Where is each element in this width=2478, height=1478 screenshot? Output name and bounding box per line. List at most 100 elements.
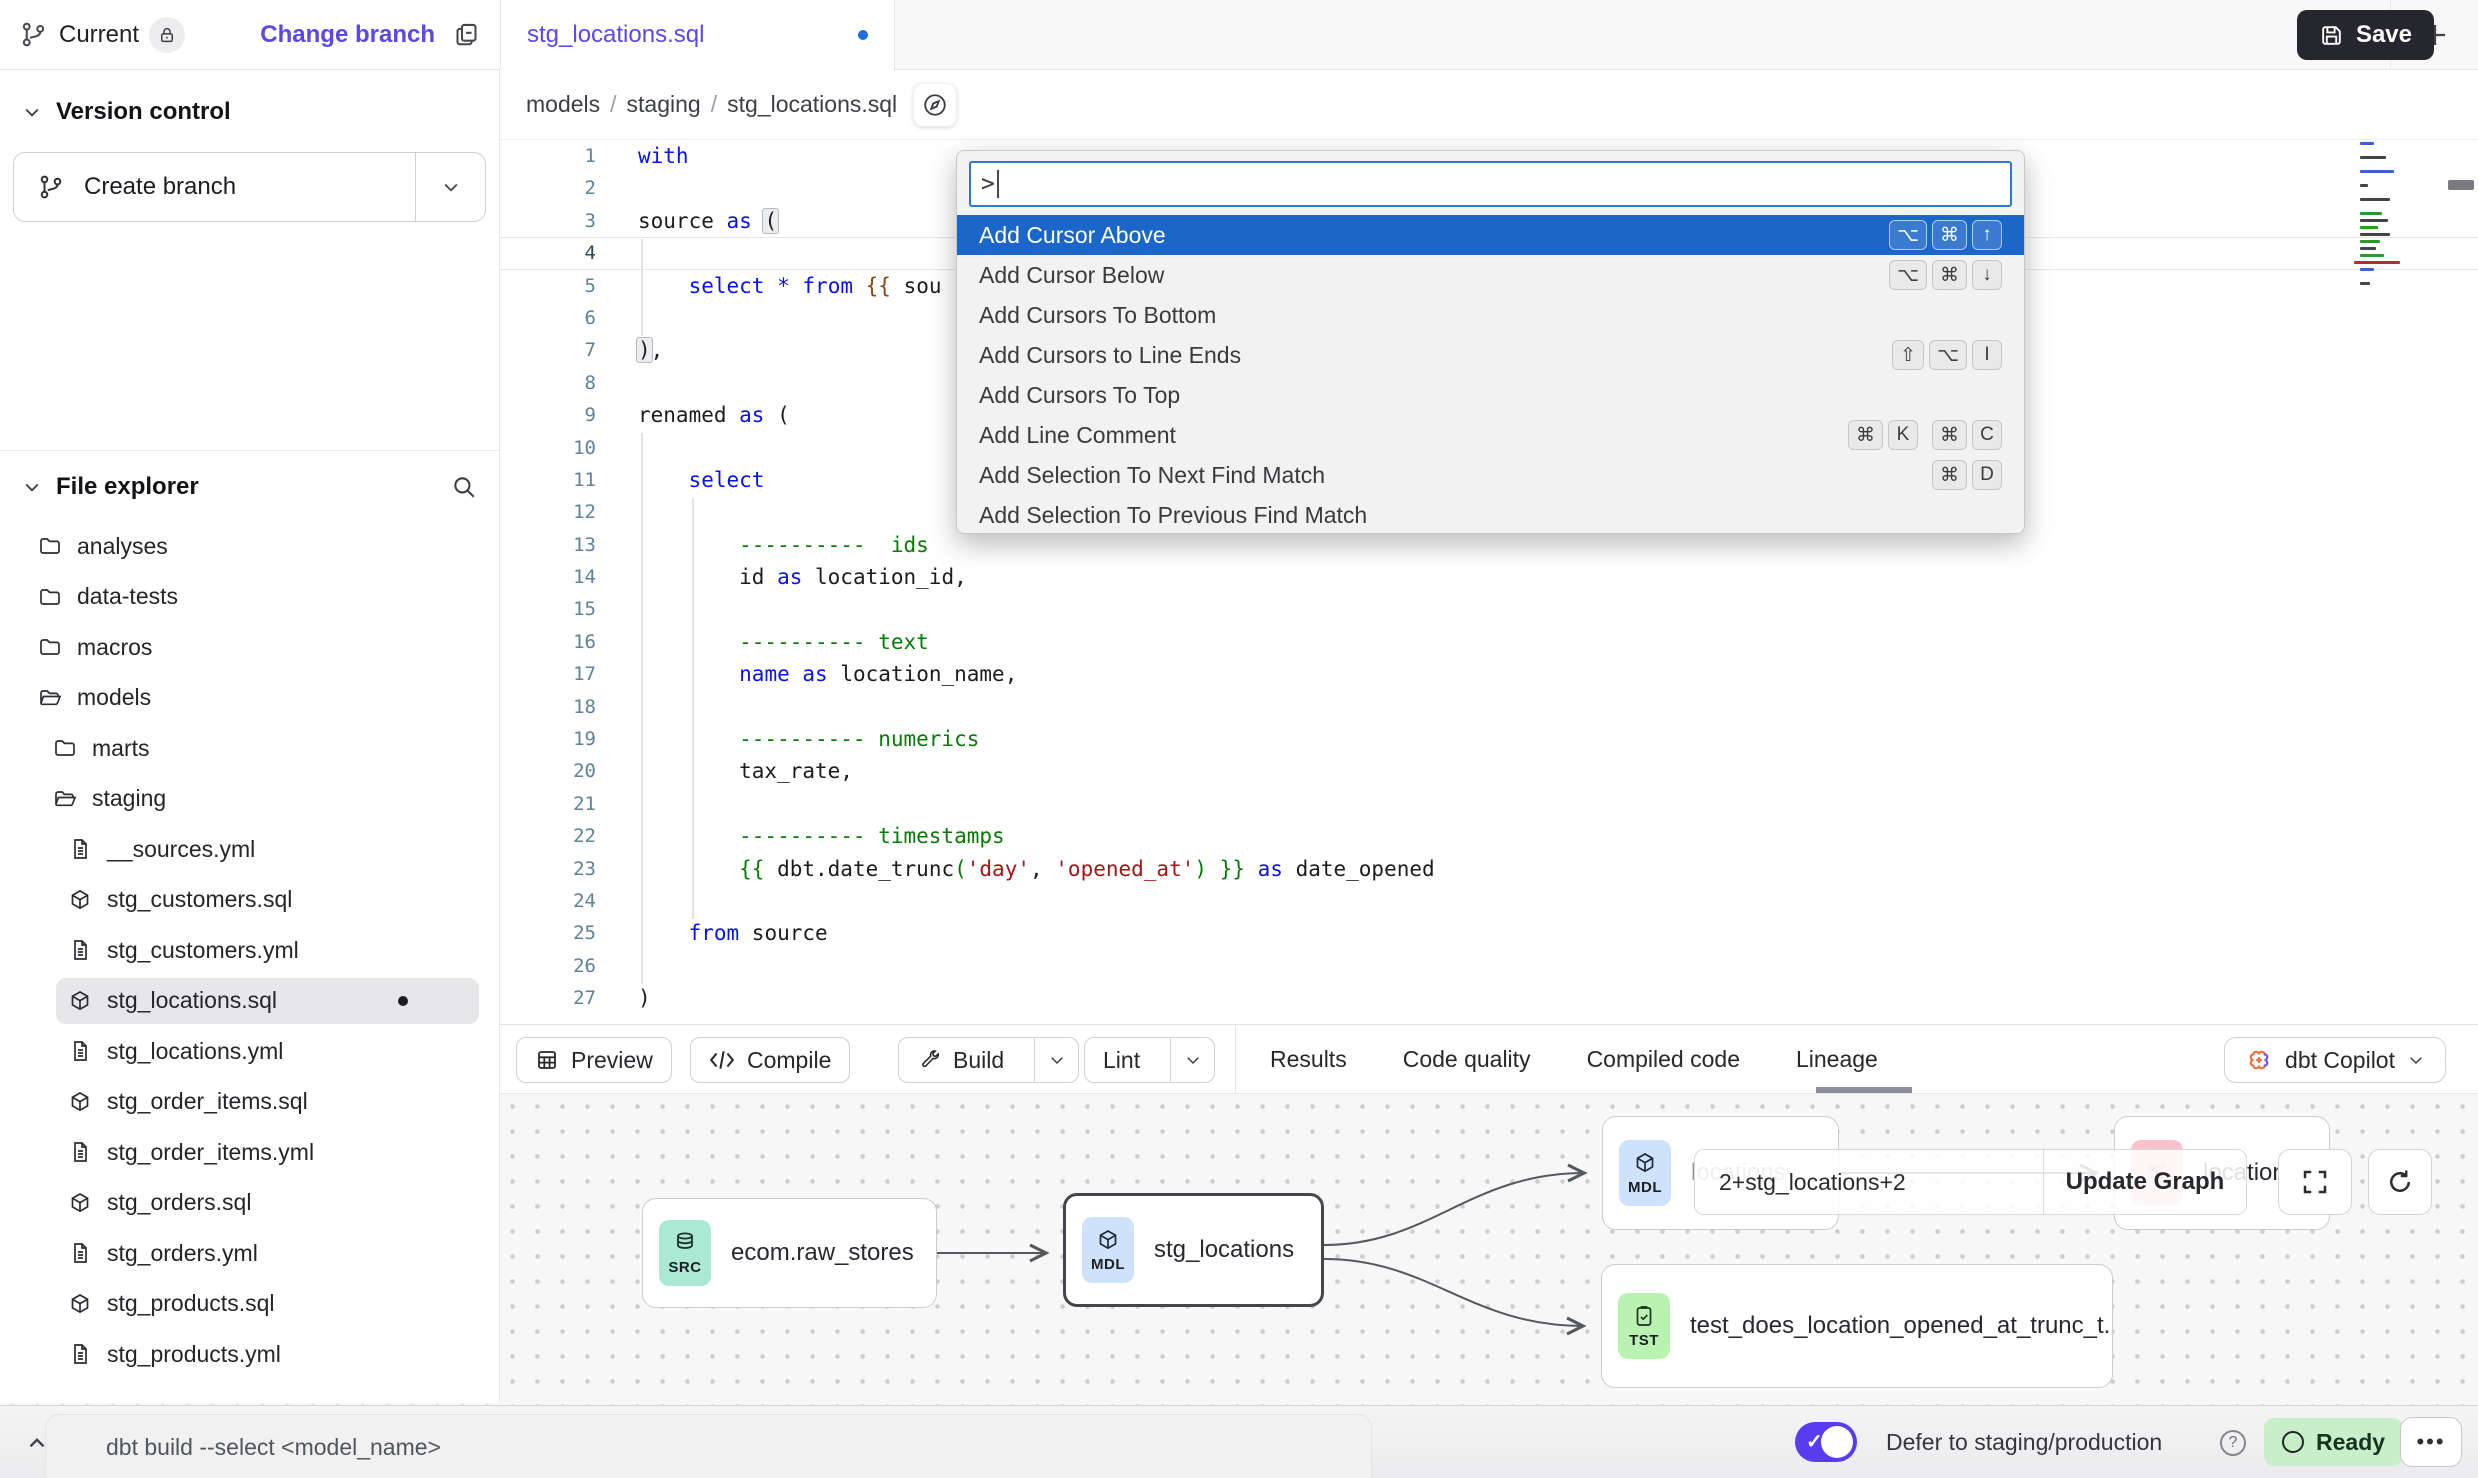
palette-input[interactable]: > bbox=[969, 161, 2012, 207]
chevron-down-icon bbox=[22, 477, 42, 497]
palette-item-add-cursors-to-top[interactable]: Add Cursors To Top bbox=[957, 375, 2024, 415]
tab-lineage[interactable]: Lineage bbox=[1796, 1046, 1878, 1073]
file-item-label: stg_order_items.yml bbox=[107, 1139, 314, 1166]
unsaved-dot-icon bbox=[858, 30, 868, 40]
minimap-slider[interactable] bbox=[2448, 180, 2474, 190]
palette-item-add-selection-to-next-find-match[interactable]: Add Selection To Next Find Match⌘D bbox=[957, 455, 2024, 495]
tab-compiled-code[interactable]: Compiled code bbox=[1587, 1046, 1740, 1073]
code-line-27[interactable]: 27) bbox=[500, 982, 2478, 1014]
tab-results[interactable]: Results bbox=[1270, 1046, 1347, 1073]
file-item-label: analyses bbox=[77, 533, 168, 560]
preview-button[interactable]: Preview bbox=[516, 1037, 672, 1083]
code-line-17[interactable]: 17 name as location_name, bbox=[500, 658, 2478, 690]
key-chip: ⌘ bbox=[1932, 260, 1967, 290]
line-number: 26 bbox=[500, 950, 610, 982]
refresh-icon bbox=[2385, 1167, 2415, 1197]
line-number: 22 bbox=[500, 820, 610, 852]
file-item-stg-locations-yml[interactable]: stg_locations.yml bbox=[0, 1026, 499, 1077]
palette-item-add-cursors-to-bottom[interactable]: Add Cursors To Bottom bbox=[957, 295, 2024, 335]
dbt-command-input[interactable]: dbt build --select <model_name> bbox=[45, 1414, 1372, 1478]
palette-item-add-cursors-to-line-ends[interactable]: Add Cursors to Line Ends⇧⌥I bbox=[957, 335, 2024, 375]
file-item-label: stg_orders.yml bbox=[107, 1240, 258, 1267]
explore-compass-button[interactable] bbox=[913, 83, 957, 127]
code-line-25[interactable]: 25 from source bbox=[500, 917, 2478, 949]
palette-item-add-cursor-below[interactable]: Add Cursor Below⌥⌘↓ bbox=[957, 255, 2024, 295]
file-item-stg-customers-sql[interactable]: stg_customers.sql bbox=[0, 875, 499, 926]
key-chip: I bbox=[1972, 340, 2002, 370]
update-graph-button[interactable]: Update Graph bbox=[2044, 1150, 2246, 1214]
badge-label: MDL bbox=[1091, 1256, 1125, 1273]
fullscreen-button[interactable] bbox=[2278, 1149, 2352, 1215]
build-button[interactable]: Build bbox=[898, 1037, 1079, 1083]
compile-button[interactable]: Compile bbox=[690, 1037, 850, 1083]
code-text: ---------- timestamps bbox=[610, 820, 1005, 852]
file-item-analyses[interactable]: analyses bbox=[0, 521, 499, 572]
code-line-26[interactable]: 26 bbox=[500, 950, 2478, 982]
code-line-15[interactable]: 15 bbox=[500, 593, 2478, 625]
create-branch-dropdown[interactable] bbox=[415, 153, 485, 221]
code-line-21[interactable]: 21 bbox=[500, 788, 2478, 820]
line-number: 21 bbox=[500, 788, 610, 820]
code-line-22[interactable]: 22 ---------- timestamps bbox=[500, 820, 2478, 852]
tab-stg-locations-sql[interactable]: stg_locations.sql bbox=[500, 0, 895, 70]
save-button[interactable]: Save bbox=[2297, 10, 2434, 60]
code-line-16[interactable]: 16 ---------- text bbox=[500, 626, 2478, 658]
defer-toggle[interactable]: ✓ bbox=[1795, 1422, 1857, 1462]
text-caret bbox=[997, 170, 999, 198]
more-options-button[interactable]: ••• bbox=[2400, 1417, 2462, 1467]
code-line-20[interactable]: 20 tax_rate, bbox=[500, 755, 2478, 787]
help-icon[interactable]: ? bbox=[2220, 1430, 2246, 1456]
build-dropdown-chevron[interactable] bbox=[1034, 1038, 1078, 1082]
shortcut-keys: ⌥⌘↑ bbox=[1889, 220, 2002, 250]
breadcrumb-file[interactable]: stg_locations.sql bbox=[727, 91, 897, 117]
file-explorer-header[interactable]: File explorer bbox=[0, 459, 499, 515]
code-line-18[interactable]: 18 bbox=[500, 691, 2478, 723]
lineage-graph[interactable]: SRC ecom.raw_stores MDL stg_locations MD… bbox=[0, 1094, 2478, 1405]
lint-dropdown-chevron[interactable] bbox=[1170, 1038, 1214, 1082]
file-item-macros[interactable]: macros bbox=[0, 622, 499, 673]
file-item-models[interactable]: models bbox=[0, 673, 499, 724]
palette-item-label: Add Cursor Above bbox=[979, 222, 1166, 249]
file-item-data-tests[interactable]: data-tests bbox=[0, 572, 499, 623]
code-line-24[interactable]: 24 bbox=[500, 885, 2478, 917]
palette-item-add-line-comment[interactable]: Add Line Comment⌘K⌘C bbox=[957, 415, 2024, 455]
dbt-copilot-button[interactable]: dbt Copilot bbox=[2224, 1037, 2446, 1083]
code-text: source as ( bbox=[610, 205, 777, 237]
code-line-19[interactable]: 19 ---------- numerics bbox=[500, 723, 2478, 755]
palette-item-add-selection-to-previous-find-match[interactable]: Add Selection To Previous Find Match bbox=[957, 495, 2024, 534]
compass-icon bbox=[922, 92, 948, 118]
version-control-header[interactable]: Version control bbox=[0, 84, 499, 140]
tab-code-quality[interactable]: Code quality bbox=[1403, 1046, 1531, 1073]
breadcrumb-staging[interactable]: staging bbox=[627, 91, 701, 117]
palette-item-add-cursor-above[interactable]: Add Cursor Above ⌥⌘↑ bbox=[957, 215, 2024, 255]
current-branch-label: Current bbox=[59, 21, 139, 49]
node-stg-locations[interactable]: MDL stg_locations bbox=[1063, 1193, 1324, 1307]
file-item-staging[interactable]: staging bbox=[0, 774, 499, 825]
file-item--sources-yml[interactable]: __sources.yml bbox=[0, 824, 499, 875]
tab-title: stg_locations.sql bbox=[527, 21, 704, 49]
breadcrumb-models[interactable]: models bbox=[526, 91, 600, 117]
indent-guide bbox=[641, 433, 643, 984]
refresh-button[interactable] bbox=[2368, 1149, 2432, 1215]
file-item-stg-customers-yml[interactable]: stg_customers.yml bbox=[0, 925, 499, 976]
dbt-ide-app: Current Change branch stg_locations.sql … bbox=[0, 0, 2478, 1478]
graph-selector-input[interactable]: 2+stg_locations+2 bbox=[1695, 1150, 2044, 1214]
change-branch-link[interactable]: Change branch bbox=[260, 21, 435, 49]
node-test[interactable]: TST test_does_location_opened_at_trunc_t… bbox=[1601, 1264, 2113, 1388]
node-ecom-raw-stores[interactable]: SRC ecom.raw_stores bbox=[642, 1198, 937, 1308]
toggle-knob bbox=[1821, 1426, 1853, 1458]
code-line-23[interactable]: 23 {{ dbt.date_trunc('day', 'opened_at')… bbox=[500, 853, 2478, 885]
line-number: 15 bbox=[500, 593, 610, 625]
lint-button[interactable]: Lint bbox=[1084, 1037, 1215, 1083]
file-item-stg-locations-sql[interactable]: stg_locations.sql bbox=[0, 976, 499, 1027]
editor-toolbar: Preview Compile Build Lint Results Code q… bbox=[500, 1024, 2478, 1094]
copy-icon[interactable] bbox=[453, 21, 480, 48]
create-branch-button[interactable]: Create branch bbox=[13, 152, 486, 222]
file-item-marts[interactable]: marts bbox=[0, 723, 499, 774]
key-chip: ⌘ bbox=[1932, 460, 1967, 490]
line-number: 16 bbox=[500, 626, 610, 658]
minimap[interactable] bbox=[2350, 142, 2420, 289]
code-line-14[interactable]: 14 id as location_id, bbox=[500, 561, 2478, 593]
doc-icon bbox=[68, 1241, 92, 1265]
search-icon[interactable] bbox=[451, 474, 477, 500]
